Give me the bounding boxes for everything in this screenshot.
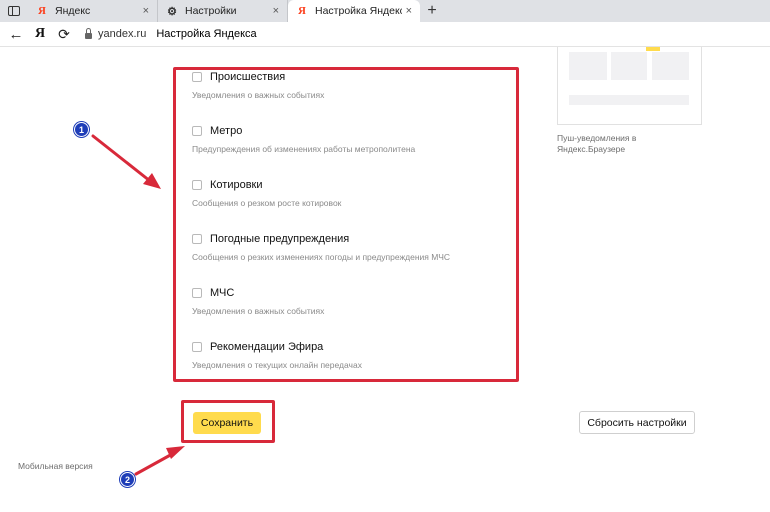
mobile-version-link[interactable]: Мобильная версия [18,461,93,471]
setting-metro: Метро Предупреждения об изменениях работ… [192,124,415,154]
setting-description: Предупреждения об изменениях работы метр… [192,144,416,154]
lock-icon[interactable] [80,22,96,47]
step-badge-2: 2 [120,472,135,487]
page-title: Настройка Яндекса [156,28,257,40]
setting-label[interactable]: Происшествия [210,71,285,83]
preview-block [569,52,607,80]
arrow-to-save [134,446,185,476]
preview-bar [569,95,689,105]
setting-weather-warnings: Погодные предупреждения Сообщения о резк… [192,232,450,262]
url-field[interactable]: yandex.ru [98,28,146,40]
setting-label[interactable]: Котировки [210,179,263,191]
tab-title: Настройки [185,5,237,17]
step-badge-1: 1 [74,122,89,137]
gear-icon: ⚙ [167,5,177,18]
highlight-frame-settings [173,67,519,382]
push-preview-image [557,47,702,125]
setting-label[interactable]: Метро [210,125,242,137]
checkbox[interactable] [192,180,202,190]
preview-accent [646,47,660,51]
setting-description: Уведомления о текущих онлайн передачах [192,360,362,370]
checkbox[interactable] [192,72,202,82]
save-button[interactable]: Сохранить [193,412,261,434]
tab-title: Настройка Яндекса [315,5,402,17]
checkbox[interactable] [192,234,202,244]
reload-button[interactable]: ⟳ [52,22,76,47]
setting-label[interactable]: Рекомендации Эфира [210,341,323,353]
yandex-icon: Я [298,5,306,17]
setting-label[interactable]: Погодные предупреждения [210,233,349,245]
close-icon[interactable]: × [406,5,412,17]
checkbox[interactable] [192,342,202,352]
setting-description: Уведомления о важных событиях [192,90,325,100]
setting-incidents: Происшествия Уведомления о важных событи… [192,70,324,100]
close-icon[interactable]: × [143,5,149,17]
preview-block [611,52,647,80]
setting-label[interactable]: МЧС [210,287,234,299]
reset-settings-button[interactable]: Сбросить настройки [579,411,695,434]
setting-quotes: Котировки Сообщения о резком росте котир… [192,178,341,208]
new-tab-button[interactable]: + [420,0,444,22]
sidebar-icon [8,6,20,16]
tab-yandex-settings[interactable]: Я Настройка Яндекса × [288,0,420,22]
tab-title: Яндекс [55,5,91,17]
arrow-to-settings [91,134,161,189]
preview-block [652,52,689,80]
address-bar: ← Я ⟳ yandex.ru Настройка Яндекса [0,22,770,47]
tab-strip: Я Яндекс × ⚙ Настройки × Я Настройка Янд… [0,0,770,22]
yandex-home-button[interactable]: Я [28,22,52,47]
sidebar-toggle-button[interactable] [0,0,28,22]
back-button[interactable]: ← [4,22,28,47]
setting-broadcast-recommendations: Рекомендации Эфира Уведомления о текущих… [192,340,362,370]
checkbox[interactable] [192,126,202,136]
tab-yandex[interactable]: Я Яндекс × [28,0,158,22]
setting-description: Сообщения о резком росте котировок [192,198,342,208]
checkbox[interactable] [192,288,202,298]
preview-caption: Пуш-уведомления в Яндекс.Браузере [557,133,637,154]
setting-emergency: МЧС Уведомления о важных событиях [192,286,324,316]
yandex-icon: Я [38,5,46,17]
setting-description: Сообщения о резких изменениях погоды и п… [192,252,451,262]
setting-description: Уведомления о важных событиях [192,306,325,316]
tab-settings[interactable]: ⚙ Настройки × [158,0,288,22]
close-icon[interactable]: × [273,5,279,17]
